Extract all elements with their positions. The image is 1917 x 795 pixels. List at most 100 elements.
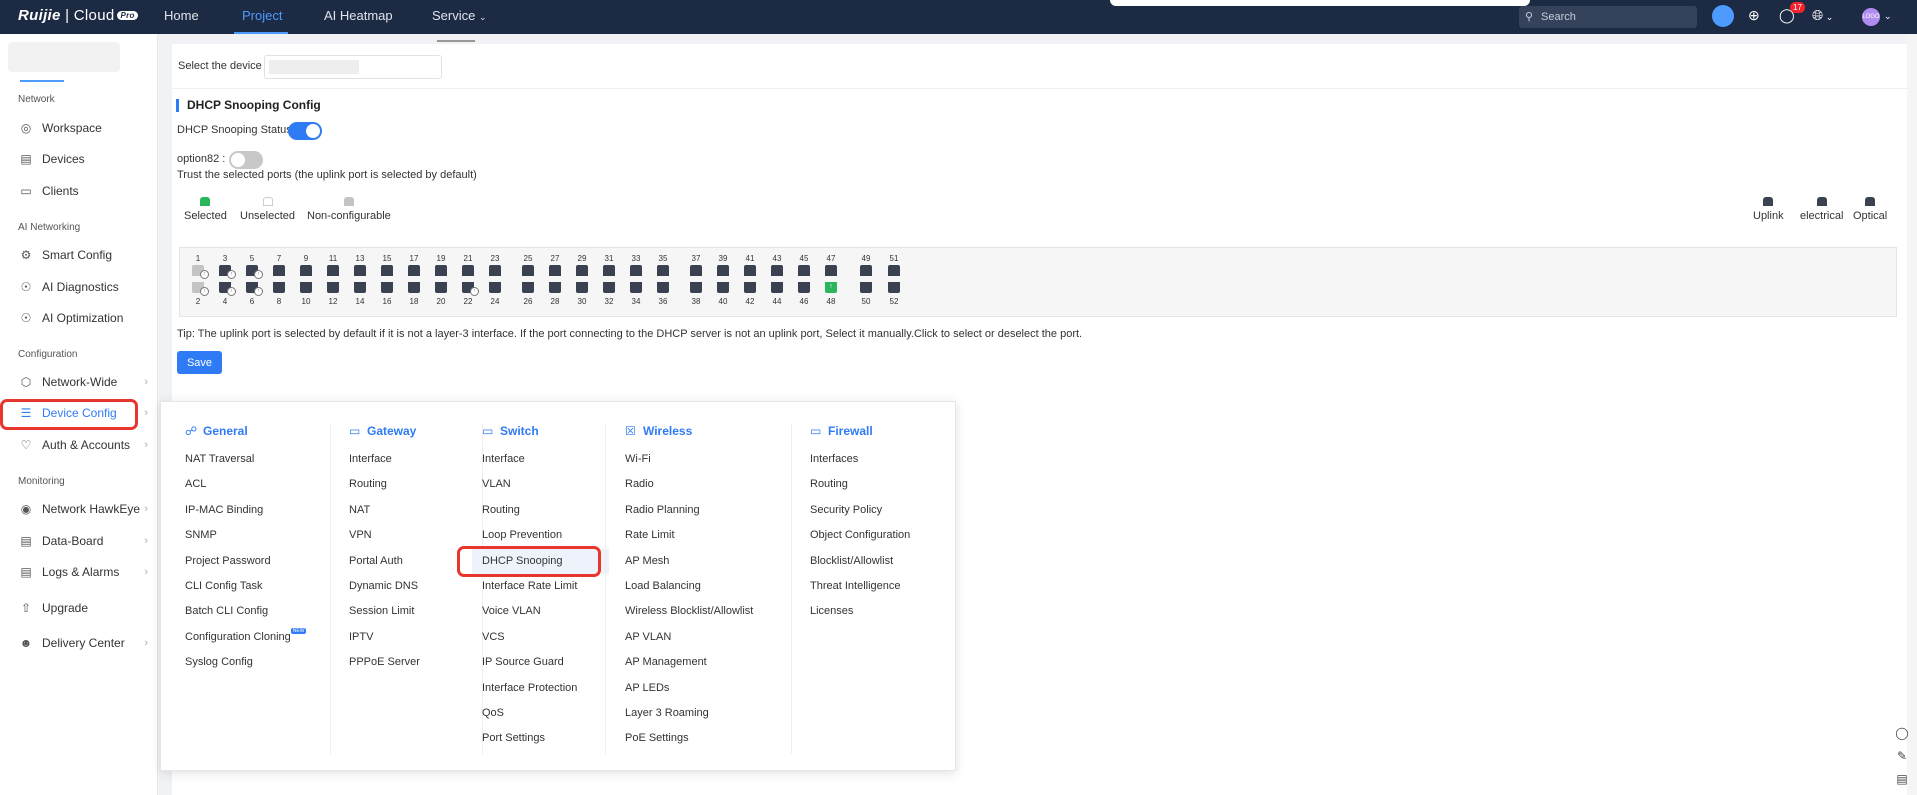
switch-port[interactable]: ↑ bbox=[219, 265, 236, 279]
switch-port[interactable] bbox=[603, 265, 615, 276]
menu-item-qos[interactable]: QoS bbox=[472, 701, 609, 726]
switch-port[interactable] bbox=[888, 282, 900, 293]
sidebar-item-clients[interactable]: ▭ Clients bbox=[0, 178, 158, 204]
switch-port[interactable] bbox=[300, 265, 312, 276]
sidebar-item-ai-optimization[interactable]: ☉ AI Optimization bbox=[0, 305, 158, 331]
switch-port[interactable] bbox=[744, 282, 756, 293]
switch-port[interactable] bbox=[690, 282, 702, 293]
menu-item-interface-protection[interactable]: Interface Protection bbox=[472, 676, 609, 701]
sidebar-item-logs-alarms[interactable]: ▤ Logs & Alarms › bbox=[0, 559, 158, 585]
menu-item-poe-settings[interactable]: PoE Settings bbox=[625, 726, 753, 751]
clipboard-icon[interactable]: ▤ bbox=[1895, 768, 1909, 791]
menu-item-layer-3-roaming[interactable]: Layer 3 Roaming bbox=[625, 701, 753, 726]
switch-port[interactable] bbox=[860, 265, 872, 276]
ai-assistant-icon[interactable] bbox=[1712, 5, 1734, 27]
menu-item-vcs[interactable]: VCS bbox=[472, 625, 609, 650]
switch-port[interactable] bbox=[888, 265, 900, 276]
switch-port[interactable] bbox=[630, 282, 642, 293]
menu-item-interface-rate-limit[interactable]: Interface Rate Limit bbox=[472, 574, 609, 599]
menu-item-switch-routing[interactable]: Routing bbox=[472, 498, 609, 523]
switch-port[interactable] bbox=[825, 265, 837, 276]
switch-port[interactable] bbox=[576, 282, 588, 293]
switch-port[interactable] bbox=[630, 265, 642, 276]
sidebar-item-delivery-center[interactable]: ☻ Delivery Center › bbox=[0, 630, 158, 656]
switch-port[interactable] bbox=[717, 265, 729, 276]
switch-port[interactable] bbox=[771, 265, 783, 276]
menu-item-configuration-cloning[interactable]: Configuration Cloning NEW bbox=[185, 625, 307, 650]
switch-port[interactable] bbox=[798, 265, 810, 276]
switch-port[interactable] bbox=[690, 265, 702, 276]
switch-port[interactable] bbox=[744, 265, 756, 276]
option82-toggle[interactable] bbox=[229, 151, 263, 169]
menu-item-snmp[interactable]: SNMP bbox=[185, 523, 306, 548]
language-globe-icon[interactable]: 🌐︎ ⌄ bbox=[1812, 7, 1833, 24]
chat-icon[interactable]: ◯ bbox=[1895, 722, 1909, 745]
nav-ai-heatmap[interactable]: AI Heatmap bbox=[324, 0, 393, 34]
switch-port[interactable] bbox=[300, 282, 312, 293]
nav-project[interactable]: Project bbox=[242, 0, 282, 34]
brand-logo[interactable]: Ruijie | Cloud Pro bbox=[18, 7, 138, 24]
switch-port[interactable] bbox=[771, 282, 783, 293]
menu-item-interfaces[interactable]: Interfaces bbox=[810, 447, 910, 472]
switch-port[interactable] bbox=[273, 282, 285, 293]
search-input[interactable]: ⚲ Search bbox=[1519, 6, 1697, 28]
sidebar-item-network-hawkeye[interactable]: ◉ Network HawkEye › bbox=[0, 496, 158, 522]
switch-port[interactable] bbox=[489, 282, 501, 293]
switch-port[interactable] bbox=[327, 265, 339, 276]
nav-service[interactable]: Service ⌄ bbox=[432, 0, 487, 34]
menu-item-vpn[interactable]: VPN bbox=[349, 523, 420, 548]
switch-port[interactable] bbox=[435, 265, 447, 276]
menu-item-ap-vlan[interactable]: AP VLAN bbox=[625, 625, 753, 650]
menu-item-object-configuration[interactable]: Object Configuration bbox=[810, 523, 910, 548]
dhcp-status-toggle[interactable] bbox=[288, 122, 322, 140]
menu-item-blocklist-allowlist[interactable]: Blocklist/Allowlist bbox=[810, 549, 910, 574]
sidebar-item-auth-accounts[interactable]: ♡ Auth & Accounts › bbox=[0, 432, 158, 458]
sidebar-item-network-wide[interactable]: ⬡ Network-Wide › bbox=[0, 369, 158, 395]
switch-port[interactable] bbox=[462, 265, 474, 276]
menu-item-portal-auth[interactable]: Portal Auth bbox=[349, 549, 420, 574]
project-selector[interactable] bbox=[8, 42, 120, 72]
menu-item-licenses[interactable]: Licenses bbox=[810, 599, 910, 624]
menu-item-gateway-routing[interactable]: Routing bbox=[349, 472, 420, 497]
sidebar-item-data-board[interactable]: ▤ Data-Board › bbox=[0, 528, 158, 554]
add-icon[interactable]: ⊕ bbox=[1748, 7, 1760, 24]
switch-port[interactable] bbox=[354, 265, 366, 276]
feedback-icon[interactable]: ✎ bbox=[1895, 745, 1909, 768]
menu-item-batch-cli-config[interactable]: Batch CLI Config bbox=[185, 599, 306, 624]
menu-item-radio[interactable]: Radio bbox=[625, 472, 753, 497]
switch-port[interactable]: ↑ bbox=[825, 282, 837, 293]
menu-item-rate-limit[interactable]: Rate Limit bbox=[625, 523, 753, 548]
switch-port[interactable] bbox=[408, 265, 420, 276]
switch-port[interactable] bbox=[435, 282, 447, 293]
save-button[interactable]: Save bbox=[177, 351, 222, 374]
menu-item-dynamic-dns[interactable]: Dynamic DNS bbox=[349, 574, 420, 599]
switch-port[interactable]: ↑ bbox=[462, 282, 479, 296]
menu-item-nat-traversal[interactable]: NAT Traversal bbox=[185, 447, 306, 472]
switch-port[interactable] bbox=[798, 282, 810, 293]
switch-port[interactable] bbox=[522, 265, 534, 276]
switch-port[interactable] bbox=[354, 282, 366, 293]
switch-port[interactable] bbox=[489, 265, 501, 276]
sidebar-item-smart-config[interactable]: ⚙ Smart Config bbox=[0, 242, 158, 268]
menu-item-gateway-interface[interactable]: Interface bbox=[349, 447, 420, 472]
menu-item-ip-mac-binding[interactable]: IP-MAC Binding bbox=[185, 498, 306, 523]
switch-port[interactable] bbox=[657, 282, 669, 293]
switch-port[interactable] bbox=[576, 265, 588, 276]
menu-item-ap-leds[interactable]: AP LEDs bbox=[625, 676, 753, 701]
menu-item-iptv[interactable]: IPTV bbox=[349, 625, 420, 650]
menu-item-threat-intelligence[interactable]: Threat Intelligence bbox=[810, 574, 910, 599]
menu-item-ap-mesh[interactable]: AP Mesh bbox=[625, 549, 753, 574]
switch-port[interactable] bbox=[549, 282, 561, 293]
menu-item-pppoe-server[interactable]: PPPoE Server bbox=[349, 650, 420, 675]
menu-item-ap-management[interactable]: AP Management bbox=[625, 650, 753, 675]
avatar-chevron-down-icon[interactable]: ⌄ bbox=[1884, 11, 1892, 22]
avatar[interactable]: LOGO bbox=[1862, 8, 1880, 26]
menu-item-cli-config-task[interactable]: CLI Config Task bbox=[185, 574, 306, 599]
menu-item-port-settings[interactable]: Port Settings bbox=[472, 726, 609, 751]
switch-port[interactable] bbox=[549, 265, 561, 276]
switch-port[interactable] bbox=[408, 282, 420, 293]
nav-home[interactable]: Home bbox=[164, 0, 199, 34]
switch-port[interactable] bbox=[603, 282, 615, 293]
switch-port[interactable]: ↑ bbox=[246, 282, 263, 296]
menu-item-project-password[interactable]: Project Password bbox=[185, 549, 306, 574]
